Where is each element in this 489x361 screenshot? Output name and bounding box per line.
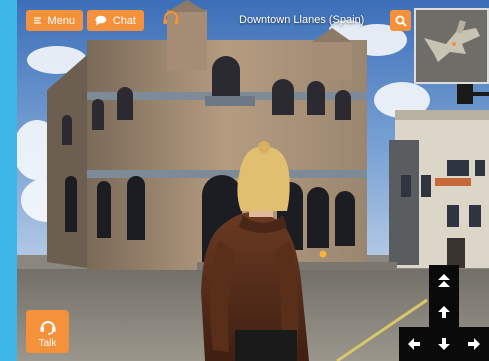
search-button[interactable]	[390, 10, 411, 31]
move-right-button[interactable]	[459, 327, 489, 361]
headset-icon[interactable]	[162, 9, 180, 27]
menu-button[interactable]: Menu	[26, 10, 83, 31]
menu-icon	[34, 17, 42, 24]
menu-label: Menu	[47, 14, 75, 27]
up-arrow-icon	[438, 306, 450, 318]
talk-label: Talk	[38, 338, 57, 349]
chat-label: Chat	[112, 14, 136, 27]
chat-button[interactable]: Chat	[87, 10, 144, 31]
right-building	[389, 110, 489, 268]
chat-icon	[95, 15, 107, 26]
run-forward-button[interactable]	[429, 265, 459, 297]
location-title: Downtown Llanes (Spain)	[239, 14, 365, 26]
balcony	[205, 96, 255, 106]
minimap[interactable]	[414, 8, 489, 84]
move-forward-button[interactable]	[429, 297, 459, 327]
move-left-button[interactable]	[399, 327, 429, 361]
down-arrow-icon	[438, 338, 450, 350]
microphone-icon	[40, 321, 55, 335]
move-back-button[interactable]	[429, 327, 459, 361]
movement-dpad	[399, 265, 489, 361]
search-icon	[395, 15, 407, 27]
left-arrow-icon	[408, 338, 420, 350]
interaction-marker	[319, 250, 327, 258]
game-viewport[interactable]: Menu Chat Downtown Llanes (Spain) Talk	[17, 0, 489, 361]
right-arrow-icon	[468, 338, 480, 350]
talk-button[interactable]: Talk	[26, 310, 69, 353]
up-double-arrow-icon	[438, 274, 450, 287]
minimap-view	[416, 10, 487, 82]
